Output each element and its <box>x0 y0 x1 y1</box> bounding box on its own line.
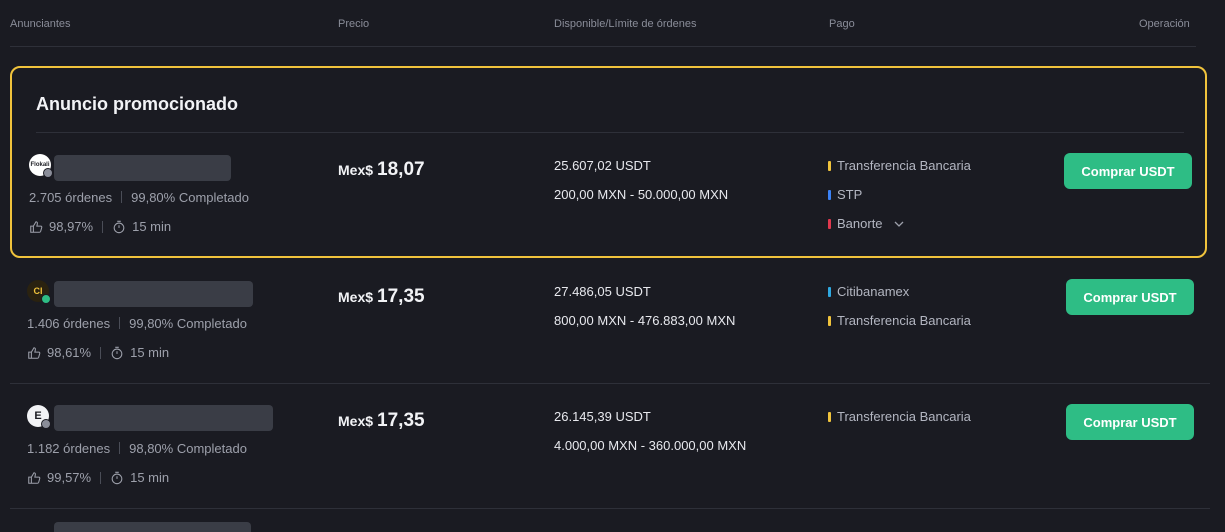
currency-label: Mex$ <box>338 289 374 305</box>
payment-label: Citibanamex <box>837 284 910 299</box>
price-value: 17,35 <box>377 410 425 431</box>
positive-rating: 98,97% <box>49 219 94 234</box>
payment-color-bar <box>828 218 831 229</box>
payment-label: Transferencia Bancaria <box>837 313 971 328</box>
positive-rating: 99,57% <box>47 470 92 485</box>
completion-rate: 98,80% Completado <box>129 441 247 456</box>
payment-color-bar <box>828 189 831 200</box>
payment-label: Transferencia Bancaria <box>837 158 971 173</box>
header-advertisers: Anunciantes <box>10 18 71 30</box>
avatar[interactable]: Flokali <box>29 154 53 178</box>
order-limits: 800,00 MXN - 476.883,00 MXN <box>554 313 736 328</box>
release-time: 15 min <box>130 345 170 360</box>
payment-method: Transferencia Bancaria <box>828 158 971 173</box>
payment-method: Citibanamex <box>828 284 909 299</box>
timer-icon <box>113 220 125 233</box>
positive-rating: 98,61% <box>47 345 92 360</box>
payment-label: Banorte <box>837 216 883 231</box>
timer-icon <box>111 346 123 359</box>
buy-usdt-button[interactable]: Comprar USDT <box>1066 279 1194 315</box>
order-limits: 4.000,00 MXN - 360.000,00 MXN <box>554 438 747 453</box>
avatar[interactable]: CI <box>27 280 51 304</box>
order-count: 1.406 órdenes <box>27 316 111 331</box>
currency-label: Mex$ <box>338 413 374 429</box>
avatar-text: E <box>34 410 42 422</box>
header-price: Precio <box>338 18 370 30</box>
thumbs-up-icon <box>28 346 41 359</box>
buy-usdt-button[interactable]: Comprar USDT <box>1064 153 1192 189</box>
advertiser-name-redacted[interactable] <box>54 522 251 532</box>
payment-method: Transferencia Bancaria <box>828 409 971 424</box>
payment-color-bar <box>828 160 831 171</box>
payment-method: Banorte <box>828 216 905 231</box>
header-payment: Pago <box>829 18 855 30</box>
payment-method: STP <box>828 187 862 202</box>
release-time: 15 min <box>130 470 170 485</box>
divider <box>10 508 1210 509</box>
divider <box>36 132 1184 133</box>
price: Mex$ 17,35 <box>338 410 425 432</box>
chevron-down-icon[interactable] <box>893 218 905 230</box>
avatar-text: CI <box>33 286 43 296</box>
available-amount: 27.486,05 USDT <box>554 284 651 299</box>
order-stats: 1.182 órdenes 98,80% Completado <box>27 441 247 456</box>
buy-usdt-button[interactable]: Comprar USDT <box>1066 404 1194 440</box>
price-value: 18,07 <box>377 159 425 180</box>
payment-color-bar <box>828 286 831 297</box>
currency-label: Mex$ <box>338 162 374 178</box>
order-count: 2.705 órdenes <box>29 190 113 205</box>
rating-stats: 98,61% 15 min <box>27 345 169 360</box>
price-value: 17,35 <box>377 286 425 307</box>
available-amount: 26.145,39 USDT <box>554 409 651 424</box>
order-stats: 2.705 órdenes 99,80% Completado <box>29 190 249 205</box>
payment-color-bar <box>828 411 831 422</box>
advertiser-name-redacted[interactable] <box>54 281 253 307</box>
divider <box>10 383 1210 384</box>
advertiser-name-redacted[interactable] <box>54 405 273 431</box>
payment-color-bar <box>828 315 831 326</box>
payment-label: Transferencia Bancaria <box>837 409 971 424</box>
online-status-dot <box>41 294 51 304</box>
release-time: 15 min <box>132 219 172 234</box>
status-dot <box>41 419 51 429</box>
avatar[interactable]: E <box>27 405 51 429</box>
order-count: 1.182 órdenes <box>27 441 111 456</box>
available-amount: 25.607,02 USDT <box>554 158 651 173</box>
completion-rate: 99,80% Completado <box>129 316 247 331</box>
header-available: Disponible/Límite de órdenes <box>554 18 697 30</box>
payment-method: Transferencia Bancaria <box>828 313 971 328</box>
price: Mex$ 18,07 <box>338 159 425 181</box>
payment-label: STP <box>837 187 863 202</box>
advertiser-name-redacted[interactable] <box>54 155 231 181</box>
timer-icon <box>111 471 123 484</box>
rating-stats: 99,57% 15 min <box>27 470 169 485</box>
order-limits: 200,00 MXN - 50.000,00 MXN <box>554 187 729 202</box>
rating-stats: 98,97% 15 min <box>29 219 171 234</box>
promoted-ad-title: Anuncio promocionado <box>36 94 238 114</box>
order-stats: 1.406 órdenes 99,80% Completado <box>27 316 247 331</box>
price: Mex$ 17,35 <box>338 286 425 308</box>
thumbs-up-icon <box>30 220 43 233</box>
thumbs-up-icon <box>28 471 41 484</box>
table-header: Anunciantes Precio Disponible/Límite de … <box>10 0 1196 47</box>
header-operation: Operación <box>1139 18 1190 30</box>
status-dot <box>43 168 53 178</box>
completion-rate: 99,80% Completado <box>131 190 249 205</box>
